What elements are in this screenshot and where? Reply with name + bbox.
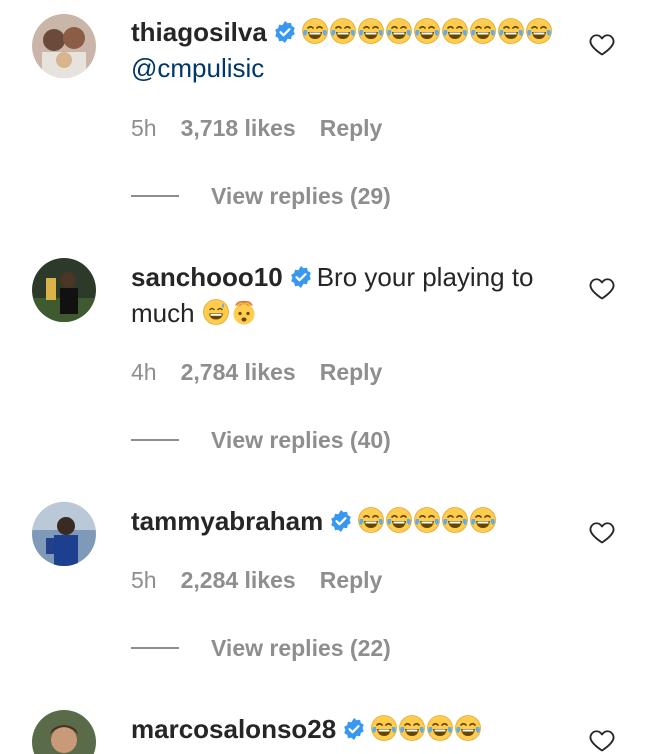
- avatar[interactable]: [32, 258, 96, 322]
- face-with-tears-of-joy-icon: [441, 17, 469, 45]
- avatar[interactable]: [32, 710, 96, 754]
- comment-meta: 4h 2,784 likes Reply: [131, 357, 382, 387]
- face-with-tears-of-joy-icon: [329, 17, 357, 45]
- face-with-tears-of-joy-icon: [385, 17, 413, 45]
- comment-body: marcosalonso28: [131, 711, 571, 747]
- username[interactable]: sanchooo10: [131, 262, 283, 292]
- username[interactable]: marcosalonso28: [131, 714, 336, 744]
- comment-body: thiagosilva @cmpulisic: [131, 14, 571, 86]
- face-with-tears-of-joy-icon: [370, 714, 398, 742]
- emoji-row: [357, 506, 497, 536]
- view-replies-button[interactable]: View replies (22): [131, 633, 391, 663]
- view-replies-label: View replies (40): [211, 427, 391, 453]
- timestamp[interactable]: 4h: [131, 359, 157, 385]
- face-with-tears-of-joy-icon: [525, 17, 553, 45]
- verified-badge-icon: [342, 717, 366, 741]
- timestamp[interactable]: 5h: [131, 567, 157, 593]
- face-with-tears-of-joy-icon: [469, 506, 497, 534]
- face-with-tears-of-joy-icon: [385, 506, 413, 534]
- likes-count[interactable]: 3,718 likes: [181, 115, 296, 141]
- face-with-tears-of-joy-icon: [357, 17, 385, 45]
- face-with-tears-of-joy-icon: [413, 17, 441, 45]
- verified-badge-icon: [289, 265, 313, 289]
- view-replies-label: View replies (22): [211, 635, 391, 661]
- comment-body: sanchooo10 Bro your playing to much: [131, 259, 571, 331]
- emoji-row: [301, 17, 553, 47]
- reply-button[interactable]: Reply: [320, 567, 383, 593]
- face-with-tears-of-joy-icon: [497, 17, 525, 45]
- timestamp[interactable]: 5h: [131, 115, 157, 141]
- view-replies-label: View replies (29): [211, 183, 391, 209]
- like-heart-icon[interactable]: [588, 274, 616, 302]
- reply-button[interactable]: Reply: [320, 115, 383, 141]
- emoji-row: [370, 714, 482, 744]
- face-with-tears-of-joy-icon: [413, 506, 441, 534]
- like-heart-icon[interactable]: [588, 30, 616, 58]
- comment-meta: 5h 2,284 likes Reply: [131, 565, 382, 595]
- face-with-tears-of-joy-icon: [357, 506, 385, 534]
- comment-meta: 5h 3,718 likes Reply: [131, 113, 382, 143]
- verified-badge-icon: [273, 20, 297, 44]
- avatar[interactable]: [32, 502, 96, 566]
- face-with-tears-of-joy-icon: [469, 17, 497, 45]
- verified-badge-icon: [329, 509, 353, 533]
- grinning-face-with-sweat-icon: [202, 298, 230, 326]
- view-replies-button[interactable]: View replies (40): [131, 425, 391, 455]
- view-replies-button[interactable]: View replies (29): [131, 181, 391, 211]
- face-with-tears-of-joy-icon: [454, 714, 482, 742]
- face-with-tears-of-joy-icon: [426, 714, 454, 742]
- avatar[interactable]: [32, 14, 96, 78]
- likes-count[interactable]: 2,284 likes: [181, 567, 296, 593]
- face-with-tears-of-joy-icon: [398, 714, 426, 742]
- likes-count[interactable]: 2,784 likes: [181, 359, 296, 385]
- divider-line: [131, 647, 179, 649]
- divider-line: [131, 439, 179, 441]
- like-heart-icon[interactable]: [588, 518, 616, 546]
- mention-link[interactable]: @cmpulisic: [131, 53, 264, 83]
- username[interactable]: tammyabraham: [131, 506, 323, 536]
- face-with-tears-of-joy-icon: [301, 17, 329, 45]
- exploding-head-icon: [230, 298, 258, 326]
- username[interactable]: thiagosilva: [131, 17, 267, 47]
- like-heart-icon[interactable]: [588, 726, 616, 754]
- face-with-tears-of-joy-icon: [441, 506, 469, 534]
- divider-line: [131, 195, 179, 197]
- comment-body: tammyabraham: [131, 503, 571, 539]
- reply-button[interactable]: Reply: [320, 359, 383, 385]
